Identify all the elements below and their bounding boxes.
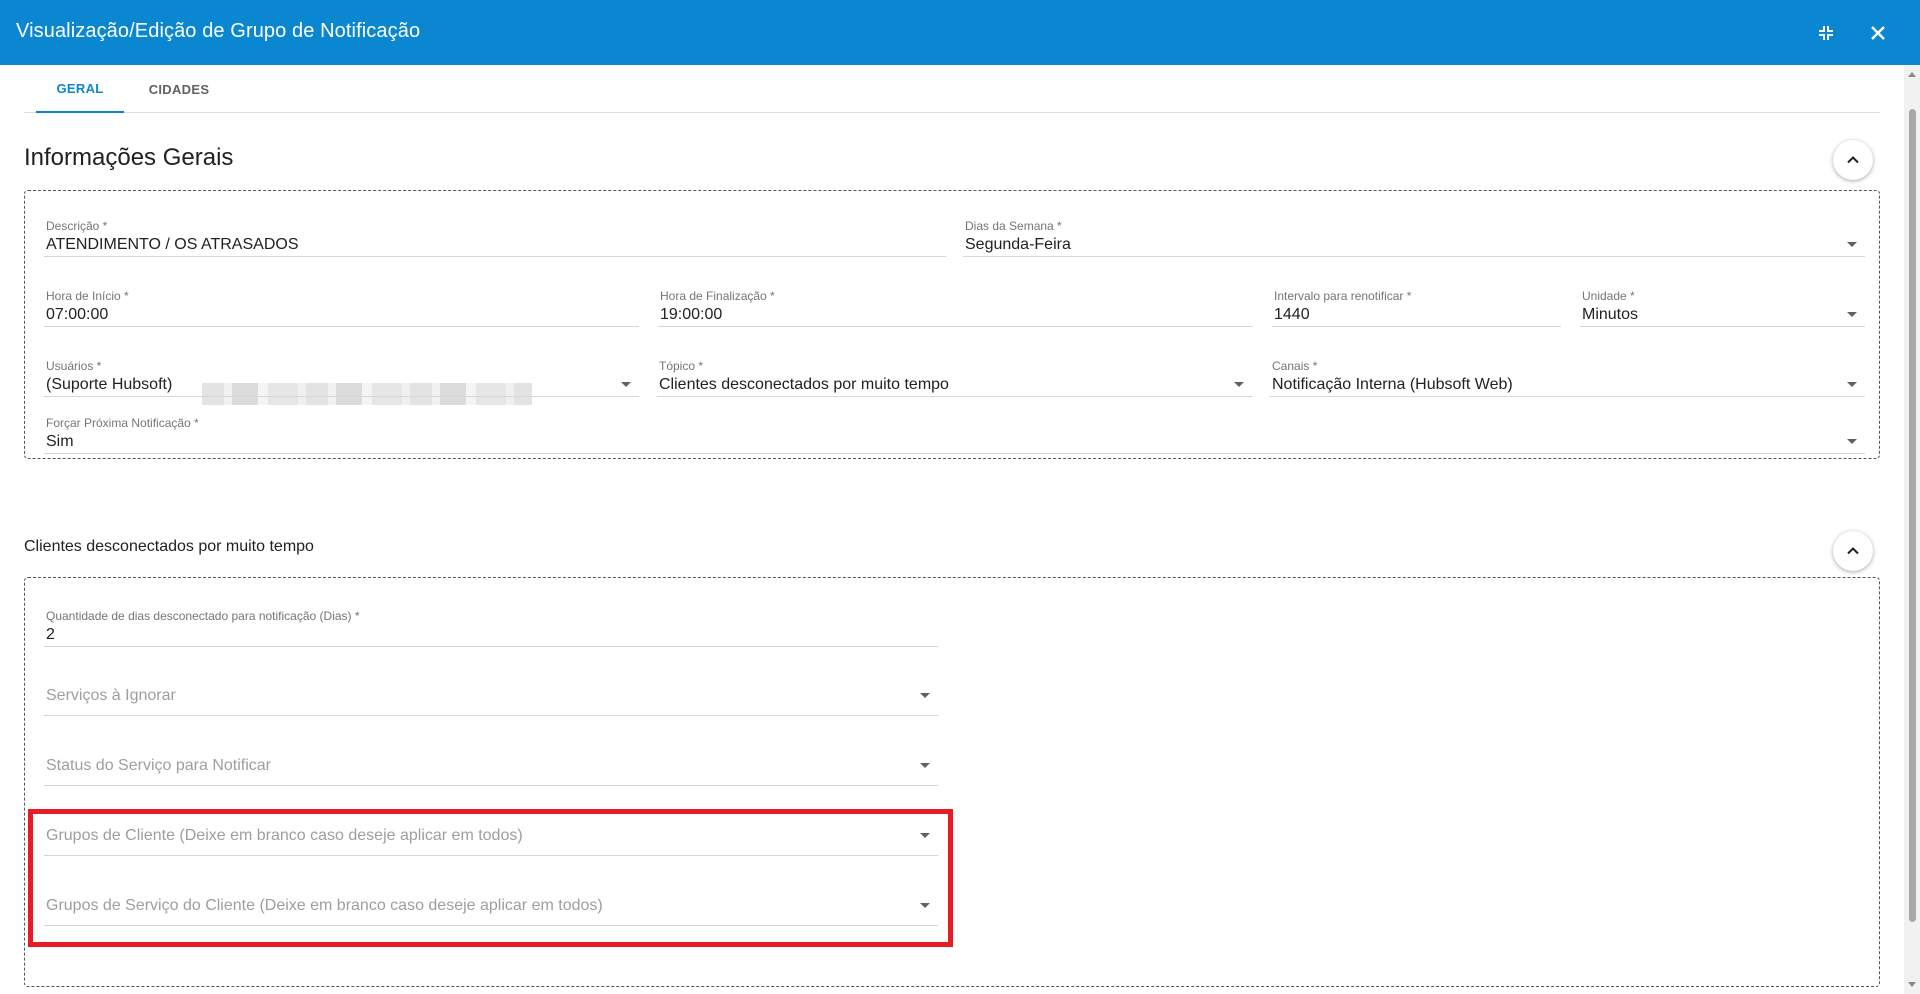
servicos-ignorar-select[interactable]: Serviços à Ignorar: [35, 678, 938, 716]
grupos-servico-cliente-select[interactable]: Grupos de Serviço do Cliente (Deixe em b…: [35, 888, 938, 926]
dialog-title: Visualização/Edição de Grupo de Notifica…: [16, 20, 421, 42]
dropdown-arrow-icon[interactable]: [920, 693, 930, 698]
servicos-ignorar-placeholder: Serviços à Ignorar: [46, 687, 176, 704]
scroll-down-icon[interactable]: [1908, 982, 1916, 987]
grupos-cliente-select[interactable]: Grupos de Cliente (Deixe em branco caso …: [35, 818, 938, 856]
close-icon[interactable]: [1863, 18, 1893, 48]
quantidade-dias-label: Quantidade de dias desconectado para not…: [46, 609, 360, 623]
dialog-header: Visualização/Edição de Grupo de Notifica…: [0, 0, 1920, 65]
unidade-select[interactable]: Unidade * Minutos: [1571, 289, 1865, 327]
dropdown-arrow-icon[interactable]: [621, 382, 631, 387]
dias-semana-value: Segunda-Feira: [965, 236, 1071, 253]
section-title-topic: Clientes desconectados por muito tempo: [24, 538, 314, 555]
dropdown-arrow-icon[interactable]: [920, 903, 930, 908]
dropdown-arrow-icon[interactable]: [1847, 382, 1857, 387]
chevron-up-icon: [1847, 547, 1859, 555]
chevron-up-icon: [1847, 156, 1859, 164]
tab-bar: GERAL CIDADES: [24, 65, 1880, 113]
dias-semana-select[interactable]: Dias da Semana * Segunda-Feira: [954, 219, 1865, 257]
section-title-general: Informações Gerais: [24, 144, 234, 171]
dropdown-arrow-icon[interactable]: [1234, 382, 1244, 387]
dropdown-arrow-icon[interactable]: [1847, 439, 1857, 444]
intervalo-field[interactable]: Intervalo para renotificar * 1440: [1263, 289, 1561, 327]
redacted-user-names: [202, 383, 532, 405]
hora-fim-field[interactable]: Hora de Finalização * 19:00:00: [649, 289, 1253, 327]
forcar-notificacao-select[interactable]: Forçar Próxima Notificação * Sim: [35, 416, 1865, 454]
canais-label: Canais *: [1272, 359, 1318, 373]
hora-inicio-input[interactable]: 07:00:00: [46, 306, 108, 324]
hora-inicio-field[interactable]: Hora de Início * 07:00:00: [35, 289, 639, 327]
unidade-value: Minutos: [1582, 306, 1639, 323]
hora-fim-input[interactable]: 19:00:00: [660, 306, 722, 324]
status-servico-placeholder: Status do Serviço para Notificar: [46, 757, 271, 774]
collapse-general-button[interactable]: [1833, 140, 1873, 180]
dropdown-arrow-icon[interactable]: [920, 763, 930, 768]
tab-cidades[interactable]: CIDADES: [134, 65, 224, 113]
dropdown-arrow-icon[interactable]: [1847, 242, 1857, 247]
grupos-servico-cliente-placeholder: Grupos de Serviço do Cliente (Deixe em b…: [46, 897, 603, 914]
hora-fim-label: Hora de Finalização *: [660, 289, 775, 303]
quantidade-dias-input[interactable]: 2: [46, 626, 55, 644]
descricao-label: Descrição *: [46, 219, 108, 233]
usuarios-value: (Suporte Hubsoft): [46, 376, 173, 393]
unidade-label: Unidade *: [1582, 289, 1635, 303]
general-fields-box: Descrição * ATENDIMENTO / OS ATRASADOS D…: [24, 190, 1880, 459]
topico-value: Clientes desconectados por muito tempo: [659, 376, 949, 393]
topic-fields-box: Quantidade de dias desconectado para not…: [24, 577, 1880, 987]
dialog-content: GERAL CIDADES Informações Gerais Descriç…: [0, 65, 1904, 994]
status-servico-select[interactable]: Status do Serviço para Notificar: [35, 748, 938, 786]
descricao-field[interactable]: Descrição * ATENDIMENTO / OS ATRASADOS: [35, 219, 946, 257]
hora-inicio-label: Hora de Início *: [46, 289, 129, 303]
intervalo-label: Intervalo para renotificar *: [1274, 289, 1412, 303]
forcar-notificacao-label: Forçar Próxima Notificação *: [46, 416, 199, 430]
canais-select[interactable]: Canais * Notificação Interna (Hubsoft We…: [1261, 359, 1865, 397]
descricao-input[interactable]: ATENDIMENTO / OS ATRASADOS: [46, 236, 298, 254]
quantidade-dias-field[interactable]: Quantidade de dias desconectado para not…: [35, 609, 938, 647]
usuarios-select[interactable]: Usuários * (Suporte Hubsoft): [35, 359, 639, 405]
tab-geral[interactable]: GERAL: [36, 65, 124, 113]
forcar-notificacao-value: Sim: [46, 433, 74, 450]
collapse-icon[interactable]: [1811, 18, 1841, 48]
collapse-topic-button[interactable]: [1833, 531, 1873, 571]
dropdown-arrow-icon[interactable]: [920, 833, 930, 838]
scrollbar[interactable]: [1904, 65, 1920, 994]
scroll-up-icon[interactable]: [1908, 72, 1916, 77]
usuarios-label: Usuários *: [46, 359, 102, 373]
topico-label: Tópico *: [659, 359, 704, 373]
scroll-thumb[interactable]: [1909, 109, 1916, 922]
dropdown-arrow-icon[interactable]: [1847, 312, 1857, 317]
topico-select[interactable]: Tópico * Clientes desconectados por muit…: [648, 359, 1252, 397]
grupos-cliente-placeholder: Grupos de Cliente (Deixe em branco caso …: [46, 827, 523, 844]
canais-value: Notificação Interna (Hubsoft Web): [1272, 376, 1513, 393]
intervalo-input[interactable]: 1440: [1274, 306, 1310, 324]
dias-semana-label: Dias da Semana *: [965, 219, 1062, 233]
